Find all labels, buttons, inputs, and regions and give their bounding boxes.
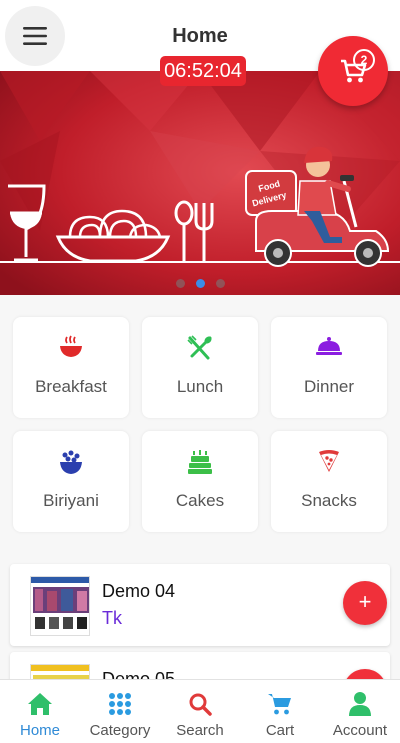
bowl-icon — [60, 335, 82, 357]
category-breakfast[interactable]: Breakfast — [13, 317, 129, 418]
food-delivery-banner-image: Food Delivery — [0, 71, 400, 295]
product-thumbnail[interactable] — [30, 576, 90, 636]
nav-search[interactable]: Search — [160, 680, 240, 743]
floating-cart-button[interactable]: 2 — [318, 36, 388, 106]
user-icon — [349, 692, 371, 716]
nav-category[interactable]: Category — [80, 680, 160, 743]
home-icon — [28, 693, 52, 715]
category-label: Biriyani — [43, 491, 99, 510]
category-dinner[interactable]: Dinner — [271, 317, 387, 418]
category-cakes[interactable]: Cakes — [142, 431, 258, 532]
product-name: Demo 04 — [102, 581, 176, 601]
product-card-demo-04[interactable]: Demo 04 Tk + — [10, 564, 390, 646]
cloche-icon — [316, 337, 342, 355]
add-to-cart-button[interactable]: + — [343, 581, 387, 625]
pizza-icon — [319, 450, 339, 472]
bottom-navigation: Home Category Search Cart Account — [0, 679, 400, 743]
nav-label: Search — [176, 722, 224, 739]
product-price: Tk — [102, 608, 122, 628]
nav-label: Category — [89, 722, 151, 739]
grid-icon — [109, 693, 131, 715]
nav-label: Home — [19, 722, 60, 739]
category-grid: Breakfast Lunch Dinner Biriyani Cakes Sn… — [0, 295, 400, 550]
cart-count-badge: 2 — [353, 49, 375, 71]
category-label: Snacks — [301, 491, 357, 510]
category-label: Dinner — [303, 377, 355, 396]
nav-home[interactable]: Home — [0, 680, 80, 743]
category-lunch[interactable]: Lunch — [142, 317, 258, 418]
nav-cart[interactable]: Cart — [240, 680, 320, 743]
countdown-timer: 06:52:04 — [160, 56, 246, 86]
search-icon — [189, 693, 212, 716]
promo-banner[interactable]: Food Delivery — [0, 71, 400, 295]
nav-label: Cart — [265, 722, 295, 739]
product-list: Demo 04 Tk + Demo 05 + — [0, 550, 400, 734]
carousel-dots — [0, 279, 400, 288]
carousel-dot[interactable] — [175, 279, 185, 288]
category-label: Breakfast — [35, 377, 107, 396]
category-label: Lunch — [176, 377, 224, 396]
nav-label: Account — [332, 722, 388, 739]
cake-icon — [188, 450, 212, 474]
biriyani-icon — [60, 450, 82, 474]
category-snacks[interactable]: Snacks — [271, 431, 387, 532]
utensils-icon — [187, 335, 212, 360]
app-screen: Home Food Delivery 06:52:04 2 Breakfast … — [0, 0, 400, 743]
product-image — [31, 577, 89, 635]
category-label: Cakes — [175, 491, 225, 510]
nav-account[interactable]: Account — [320, 680, 400, 743]
carousel-dot-active[interactable] — [195, 279, 205, 288]
carousel-dot[interactable] — [215, 279, 225, 288]
category-biriyani[interactable]: Biriyani — [13, 431, 129, 532]
cart-icon — [268, 694, 291, 715]
